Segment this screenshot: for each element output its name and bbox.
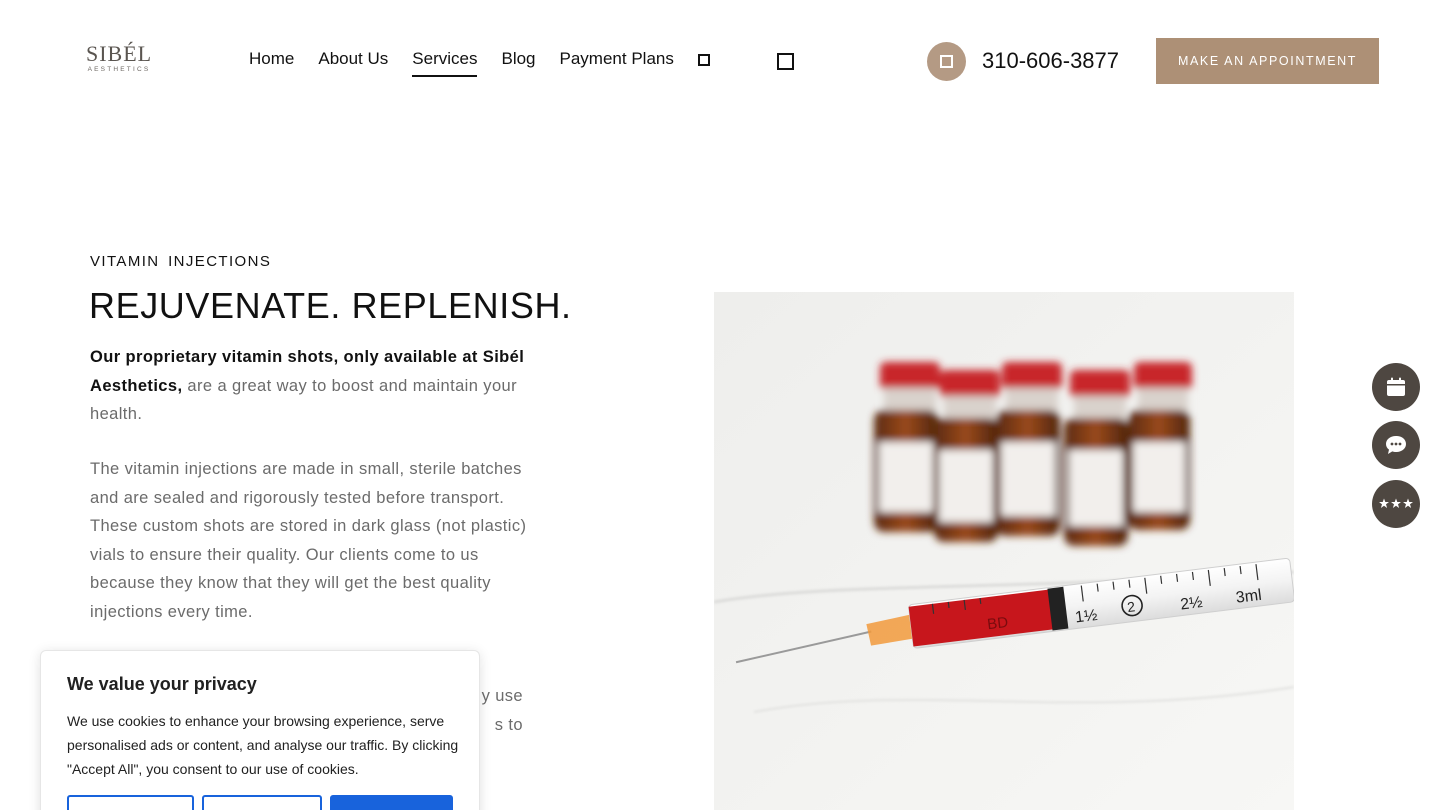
cookie-title: We value your privacy [67, 674, 257, 694]
make-appointment-button[interactable]: MAKE AN APPOINTMENT [1156, 38, 1379, 84]
nav-item-blog[interactable]: Blog [501, 48, 535, 77]
syringe-mark-1-5: 1½ [1074, 607, 1098, 627]
nav-item-services[interactable]: Services [412, 48, 478, 77]
body-paragraph: The vitamin injections are made in small… [90, 460, 527, 621]
page-title: REJUVENATE. REPLENISH. [89, 285, 572, 326]
cookie-reject-button[interactable] [202, 795, 322, 810]
syringe-mark-2-5: 2½ [1179, 594, 1203, 614]
logo-wordmark: SIBÉL [86, 41, 153, 66]
vials-group [874, 362, 1192, 546]
reviews-fab-button[interactable] [1372, 480, 1420, 528]
logo-subtitle: AESTHETICS [87, 66, 151, 73]
search-placeholder-icon[interactable] [777, 53, 794, 70]
calendar-icon [1387, 377, 1405, 396]
chat-icon [1386, 436, 1406, 454]
cookie-button-row [67, 795, 453, 810]
chat-fab-button[interactable] [1372, 421, 1420, 469]
intro-paragraph: Our proprietary vitamin shots, only avai… [90, 343, 535, 429]
nav-placeholder-icon[interactable] [697, 53, 710, 66]
syringe-mark-bd: BD [986, 614, 1009, 633]
main-nav: Home About Us Services Blog Payment Plan… [249, 48, 710, 77]
nav-item-payment-plans[interactable]: Payment Plans [560, 48, 674, 77]
section-eyebrow: VITAMIN INJECTIONS [90, 253, 272, 270]
nav-item-home[interactable]: Home [249, 48, 294, 77]
cookie-accept-all-button[interactable] [330, 795, 453, 810]
stars-icon [1379, 498, 1413, 508]
site-logo[interactable]: SIBÉL AESTHETICS [86, 41, 153, 74]
phone-number-link[interactable]: 310-606-3877 [982, 47, 1119, 75]
calendar-fab-button[interactable] [1372, 363, 1420, 411]
cookie-consent-banner: We value your privacy We use cookies to … [40, 650, 480, 810]
nav-item-about-us[interactable]: About Us [318, 48, 388, 77]
site-header: SIBÉL AESTHETICS Home About Us Services … [0, 0, 1440, 120]
vitamin-vials-syringe-image: BD 1½ 2 2½ 3ml [714, 292, 1294, 810]
vials-syringe-illustration: BD 1½ 2 2½ 3ml [714, 292, 1294, 810]
syringe-mark-3ml: 3ml [1235, 587, 1263, 607]
phone-glyph-icon [940, 55, 953, 68]
cookie-description: We use cookies to enhance your browsing … [67, 713, 459, 777]
phone-icon[interactable] [927, 42, 966, 81]
cookie-customize-button[interactable] [67, 795, 194, 810]
